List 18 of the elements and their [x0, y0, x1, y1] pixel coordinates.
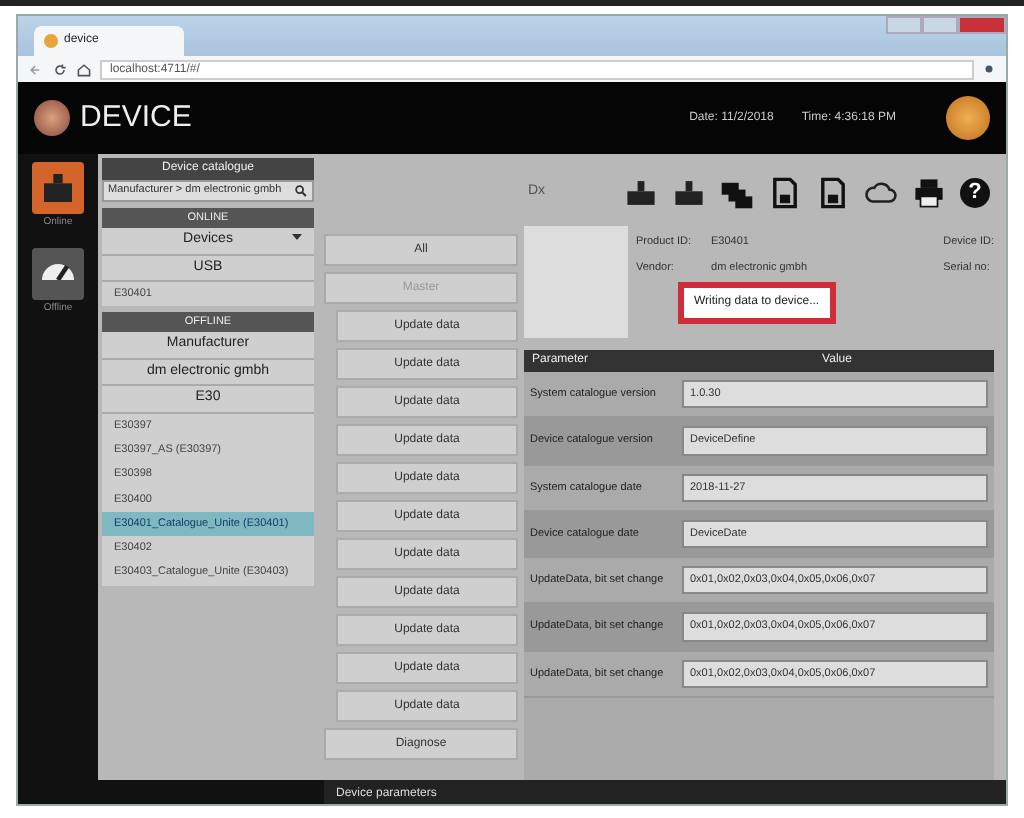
printer-icon[interactable] [912, 175, 946, 209]
favicon-icon [44, 34, 58, 48]
gauge-icon [42, 264, 74, 281]
device-icon[interactable] [672, 175, 706, 209]
rail-button[interactable] [32, 247, 84, 299]
product-photo-placeholder [524, 226, 628, 338]
document-icon[interactable] [768, 175, 802, 209]
help-button[interactable]: ? [960, 177, 990, 207]
home-icon[interactable] [76, 61, 92, 77]
avatar[interactable] [946, 96, 990, 140]
device-icon[interactable] [624, 175, 658, 209]
back-icon[interactable] [28, 61, 44, 77]
device-icon [44, 174, 72, 202]
reload-icon[interactable] [52, 61, 68, 77]
document-icon[interactable] [816, 175, 850, 209]
search-icon [294, 184, 308, 198]
app-title: DEVICE [80, 97, 192, 138]
logo-icon [34, 100, 70, 136]
